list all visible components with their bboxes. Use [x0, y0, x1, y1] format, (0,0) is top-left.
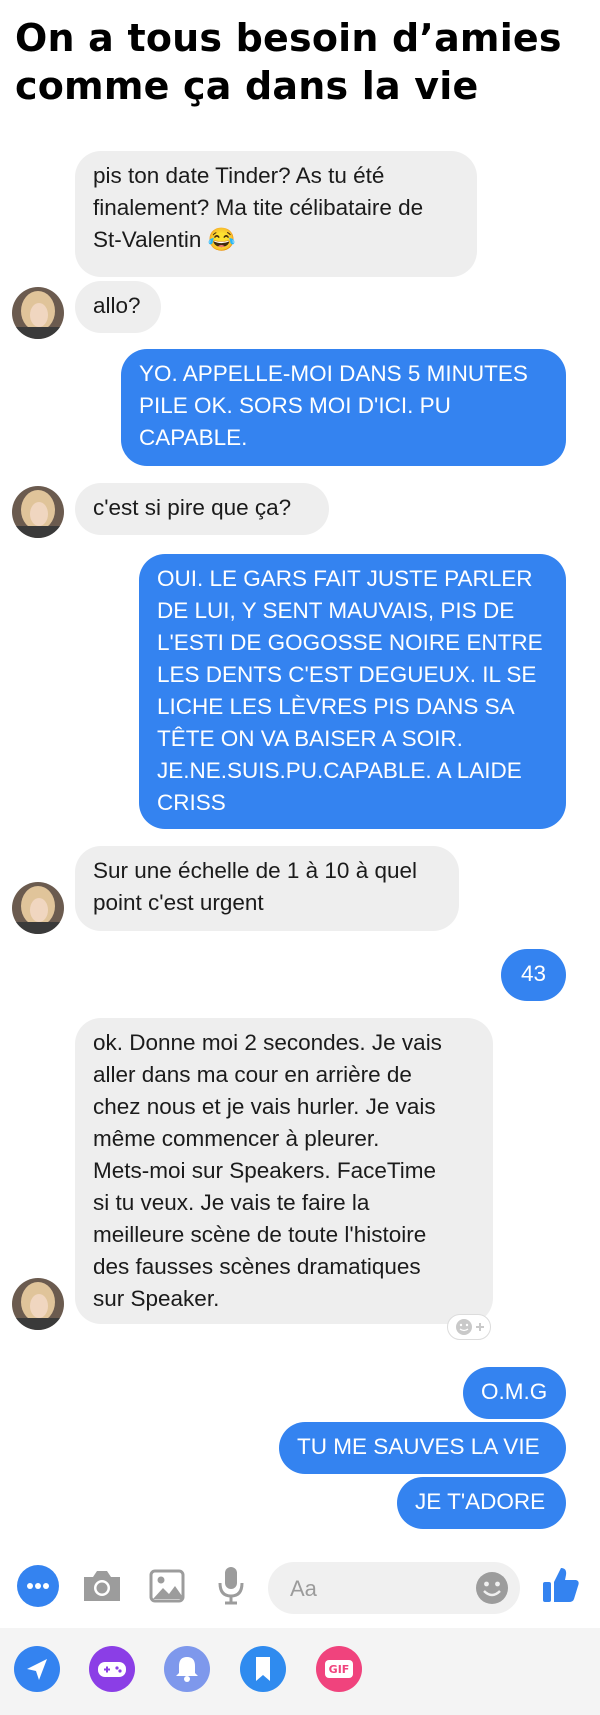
send-location-icon: [27, 1659, 47, 1680]
friend-avatar[interactable]: [12, 1278, 64, 1330]
message-outgoing-2[interactable]: OUI. LE GARS FAIT JUSTE PARLER DE LUI, Y…: [139, 554, 566, 829]
message-input-container: [268, 1562, 520, 1616]
game-controller-icon: [98, 1662, 126, 1677]
composer-bar: [0, 1550, 600, 1628]
message-outgoing-1[interactable]: YO. APPELLE-MOI DANS 5 MINUTES PILE OK. …: [121, 349, 566, 466]
message-outgoing-5[interactable]: TU ME SAUVES LA VIE: [279, 1422, 566, 1474]
image-icon[interactable]: [147, 1566, 187, 1606]
friend-avatar[interactable]: [12, 486, 64, 538]
camera-icon[interactable]: [80, 1566, 124, 1606]
emoji-icon[interactable]: [474, 1570, 510, 1606]
bookmark-icon: [256, 1657, 270, 1681]
saved-button[interactable]: [240, 1646, 286, 1692]
meme-title-line-2: comme ça dans la vie: [15, 64, 479, 108]
send-location-button[interactable]: [14, 1646, 60, 1692]
friend-avatar[interactable]: [12, 287, 64, 339]
gif-button[interactable]: GIF: [316, 1646, 362, 1692]
games-button[interactable]: [89, 1646, 135, 1692]
bell-icon: [176, 1657, 198, 1682]
add-reaction-icon: [456, 1319, 484, 1335]
gif-label: GIF: [328, 1662, 350, 1676]
message-incoming-5[interactable]: ok. Donne moi 2 secondes. Je vais aller …: [75, 1018, 493, 1324]
message-incoming-2[interactable]: allo?: [75, 281, 161, 333]
more-icon: [27, 1583, 49, 1589]
microphone-icon[interactable]: [216, 1564, 246, 1606]
meme-title-line-1: On a tous besoin d’amies: [15, 16, 562, 60]
message-outgoing-6[interactable]: JE T'ADORE: [397, 1477, 566, 1529]
message-incoming-4[interactable]: Sur une échelle de 1 à 10 à quel point c…: [75, 846, 459, 931]
message-outgoing-4[interactable]: O.M.G: [463, 1367, 566, 1419]
add-reaction-button[interactable]: [447, 1314, 491, 1340]
more-button[interactable]: [17, 1565, 59, 1607]
message-outgoing-3[interactable]: 43: [501, 949, 566, 1001]
reminder-button[interactable]: [164, 1646, 210, 1692]
thumbs-up-icon[interactable]: [540, 1564, 582, 1606]
message-incoming-1[interactable]: pis ton date Tinder? As tu été finalemen…: [75, 151, 477, 277]
meme-title: On a tous besoin d’amies comme ça dans l…: [15, 14, 595, 110]
friend-avatar[interactable]: [12, 882, 64, 934]
message-incoming-3[interactable]: c'est si pire que ça?: [75, 483, 329, 535]
message-input[interactable]: [288, 1562, 462, 1616]
app-tray: GIF: [0, 1628, 600, 1715]
